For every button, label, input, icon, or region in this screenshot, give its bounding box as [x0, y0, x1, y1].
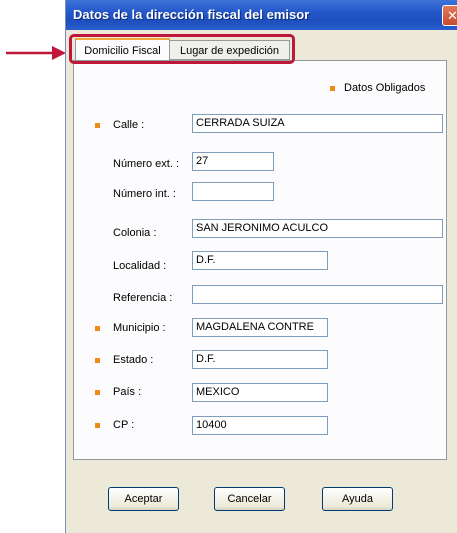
dialog-window: Datos de la dirección fiscal del emisor … [65, 0, 457, 533]
required-dot-icon [95, 390, 100, 395]
numero-int-field[interactable] [192, 182, 274, 201]
close-icon[interactable]: ✕ [442, 5, 457, 26]
window-title: Datos de la dirección fiscal del emisor [73, 7, 310, 22]
municipio-field[interactable]: MAGDALENA CONTRE [192, 318, 328, 337]
colonia-label: Colonia : [113, 227, 157, 239]
required-dot-icon [95, 123, 100, 128]
required-dot-icon [95, 326, 100, 331]
cp-label: CP : [113, 419, 135, 431]
colonia-field[interactable]: SAN JERONIMO ACULCO [192, 219, 443, 238]
tabs-annotation-highlight [69, 34, 295, 64]
calle-field[interactable]: CERRADA SUIZA [192, 114, 443, 133]
numero-int-label: Número int. : [113, 188, 176, 200]
localidad-field[interactable]: D.F. [192, 251, 328, 270]
referencia-label: Referencia : [113, 292, 173, 304]
localidad-label: Localidad : [113, 260, 167, 272]
title-bar[interactable]: Datos de la dirección fiscal del emisor … [66, 0, 457, 30]
aceptar-button[interactable]: Aceptar [108, 487, 179, 511]
annotation-arrow-icon [6, 46, 66, 60]
municipio-label: Municipio : [113, 322, 166, 334]
referencia-field[interactable] [192, 285, 443, 304]
numero-ext-label: Número ext. : [113, 158, 180, 170]
pais-field[interactable]: MEXICO [192, 383, 328, 402]
required-dot-icon [95, 358, 100, 363]
required-dot-icon [95, 423, 100, 428]
tab-panel-domicilio-fiscal: Datos Obligados Calle : CERRADA SUIZA Nú… [73, 60, 447, 460]
calle-label: Calle : [113, 119, 145, 131]
pais-label: País : [113, 386, 142, 398]
cancelar-button[interactable]: Cancelar [214, 487, 285, 511]
required-dot-icon [330, 86, 335, 91]
cp-field[interactable]: 10400 [192, 416, 328, 435]
estado-field[interactable]: D.F. [192, 350, 328, 369]
ayuda-button[interactable]: Ayuda [322, 487, 393, 511]
estado-label: Estado : [113, 354, 154, 366]
legend-label: Datos Obligados [344, 82, 426, 94]
numero-ext-field[interactable]: 27 [192, 152, 274, 171]
